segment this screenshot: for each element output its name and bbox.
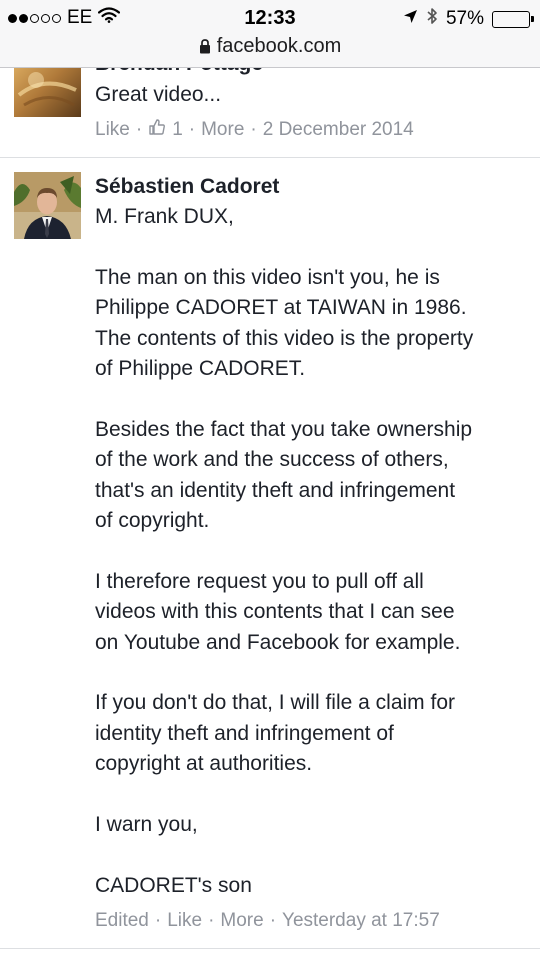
comment-line xyxy=(95,658,535,688)
comment-author[interactable]: Sébastien Cadoret xyxy=(95,175,279,199)
separator: · xyxy=(208,910,215,931)
separator: · xyxy=(135,119,143,140)
separator: · xyxy=(188,119,196,140)
comment-line: of the work and the success of others, xyxy=(95,448,449,472)
battery-percent: 57% xyxy=(445,8,484,29)
url-text[interactable]: facebook.com xyxy=(217,35,342,57)
comment-line xyxy=(95,536,535,566)
status-right: 57% xyxy=(403,7,534,31)
bluetooth-icon xyxy=(426,7,438,31)
address-bar[interactable]: facebook.com xyxy=(0,35,540,60)
comment-line: copyright at authorities. xyxy=(95,752,313,776)
comment-line: videos with this contents that I can see xyxy=(95,600,455,624)
comment-line: I therefore request you to pull off all xyxy=(95,569,424,593)
status-bar: EE 12:33 57% xyxy=(0,6,540,32)
comment-line: Great video... xyxy=(95,83,222,106)
more-link[interactable]: More xyxy=(220,910,263,932)
like-link[interactable]: Like xyxy=(95,119,130,141)
comment-line: identity theft and infringement of xyxy=(95,721,394,745)
comment-actions: Like · 1 · More · 2 December 2014 xyxy=(95,118,414,142)
comment-text: Great video... xyxy=(95,80,535,110)
comment-line: M. Frank DUX, xyxy=(95,205,234,228)
comment-divider xyxy=(0,948,540,949)
like-link[interactable]: Like xyxy=(167,910,202,932)
comment-actions: Edited · Like · More · Yesterday at 17:5… xyxy=(95,910,440,932)
like-count[interactable]: 1 xyxy=(172,119,183,141)
location-arrow-icon xyxy=(403,8,418,30)
comment-line: I warn you, xyxy=(95,813,198,837)
lock-icon xyxy=(199,37,211,60)
comment-divider xyxy=(0,157,540,158)
separator: · xyxy=(269,910,277,931)
browser-chrome: EE 12:33 57% facebook.com xyxy=(0,0,540,68)
thumbs-up-icon xyxy=(148,118,166,142)
comment-timestamp[interactable]: Yesterday at 17:57 xyxy=(282,910,440,932)
comment-line xyxy=(95,840,535,870)
separator: · xyxy=(154,910,162,931)
edited-link[interactable]: Edited xyxy=(95,910,149,932)
comment-text: M. Frank DUX, The man on this video isn'… xyxy=(95,202,535,901)
comment-line: If you don't do that, I will file a clai… xyxy=(95,691,456,715)
comment-line xyxy=(95,232,535,262)
separator: · xyxy=(250,119,257,140)
battery-icon xyxy=(492,10,534,28)
comment-line: The man on this video isn't you, he is xyxy=(95,265,440,289)
comment-timestamp[interactable]: 2 December 2014 xyxy=(263,119,414,141)
comment-line: Philippe CADORET at TAIWAN in 1986. xyxy=(95,296,467,320)
comment-line: The contents of this video is the proper… xyxy=(95,326,474,350)
comment-line: CADORET's son xyxy=(95,873,252,897)
comment-line: that's an identity theft and infringemen… xyxy=(95,478,456,502)
comment-line: of Philippe CADORET. xyxy=(95,357,306,381)
comment-line xyxy=(95,384,535,414)
comment-line: Besides the fact that you take ownership xyxy=(95,417,473,441)
more-link[interactable]: More xyxy=(201,119,244,141)
comment-line: on Youtube and Facebook for example. xyxy=(95,630,461,654)
comment-line xyxy=(95,780,535,810)
comment-line: of copyright. xyxy=(95,509,210,533)
avatar[interactable] xyxy=(14,172,81,239)
